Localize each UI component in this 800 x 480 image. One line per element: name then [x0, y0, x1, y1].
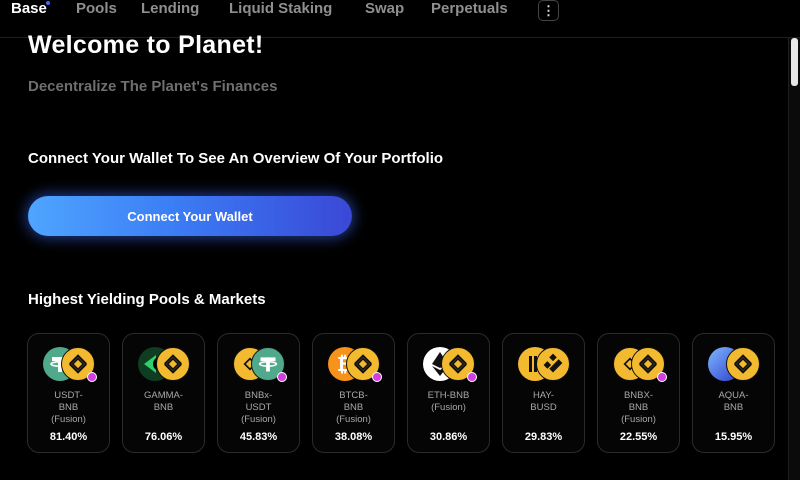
pool-card-bnbx-bnb[interactable]: BNBX- BNB (Fusion) 22.55% [597, 333, 680, 453]
bnb-icon [725, 347, 760, 381]
connect-wallet-button[interactable]: Connect Your Wallet [28, 196, 352, 236]
pool-name: GAMMA- BNB [143, 390, 184, 413]
pool-card-aqua-bnb[interactable]: AQUA- BNB 15.95% [692, 333, 775, 453]
pool-apr: 45.83% [239, 431, 278, 443]
pool-card-eth-bnb[interactable]: ETH-BNB (Fusion) 30.86% [407, 333, 490, 453]
pool-name: BNBx- USDT (Fusion) [241, 390, 276, 425]
fusion-badge-icon [466, 372, 477, 382]
fusion-badge-icon [371, 372, 382, 382]
pool-apr: 22.55% [619, 431, 658, 443]
token-pair: ₿ [327, 347, 382, 382]
pool-apr: 81.40% [49, 431, 88, 443]
page-title: Welcome to Planet! [28, 31, 264, 59]
token-pair [42, 347, 97, 382]
scrollbar-thumb[interactable] [791, 38, 798, 86]
pool-card-hay-busd[interactable]: HAY- BUSD 29.83% [502, 333, 585, 453]
page-subtitle: Decentralize The Planet's Finances [28, 78, 278, 95]
fusion-badge-icon [86, 372, 97, 382]
pool-name: AQUA- BNB [718, 390, 749, 413]
pool-name: BNBX- BNB (Fusion) [621, 390, 656, 425]
nav-item-perpetuals[interactable]: Perpetuals [431, 0, 508, 17]
nav-item-base[interactable]: Base [11, 0, 47, 17]
pool-card-bnbx-usdt[interactable]: BNBx- USDT (Fusion) 45.83% [217, 333, 300, 453]
token-pair [137, 347, 190, 381]
pool-apr: 15.95% [714, 431, 753, 443]
pool-name: HAY- BUSD [530, 390, 557, 413]
pool-apr: 29.83% [524, 431, 563, 443]
token-pair [517, 347, 570, 381]
active-indicator-dot [46, 1, 50, 5]
pool-name: BTCB- BNB (Fusion) [336, 390, 371, 425]
pool-name: USDT- BNB (Fusion) [51, 390, 86, 425]
wallet-overview-heading: Connect Your Wallet To See An Overview O… [28, 150, 444, 167]
token-pair [232, 347, 287, 382]
nav-item-swap[interactable]: Swap [365, 0, 404, 17]
pool-card-gamma-bnb[interactable]: GAMMA- BNB 76.06% [122, 333, 205, 453]
busd-icon [535, 347, 570, 381]
token-pair [707, 347, 760, 381]
more-vertical-icon: ⋮ [542, 3, 555, 18]
fusion-badge-icon [656, 372, 667, 382]
pool-apr: 38.08% [334, 431, 373, 443]
pool-card-usdt-bnb[interactable]: USDT- BNB (Fusion) 81.40% [27, 333, 110, 453]
token-pair [422, 347, 477, 382]
pool-cards-list: USDT- BNB (Fusion) 81.40% GAMMA- BNB 76.… [27, 333, 800, 453]
pools-section-heading: Highest Yielding Pools & Markets [28, 291, 266, 308]
token-pair [612, 347, 667, 382]
nav-item-pools[interactable]: Pools [76, 0, 117, 17]
fusion-badge-icon [276, 372, 287, 382]
nav-item-lending[interactable]: Lending [141, 0, 199, 17]
nav-item-liquid-staking[interactable]: Liquid Staking [229, 0, 332, 17]
pool-apr: 30.86% [429, 431, 468, 443]
pool-apr: 76.06% [144, 431, 183, 443]
pool-name: ETH-BNB (Fusion) [427, 390, 470, 413]
bnb-icon [155, 347, 190, 381]
pool-card-btcb-bnb[interactable]: ₿ BTCB- BNB (Fusion) 38.08% [312, 333, 395, 453]
more-menu-button[interactable]: ⋮ [538, 0, 559, 21]
